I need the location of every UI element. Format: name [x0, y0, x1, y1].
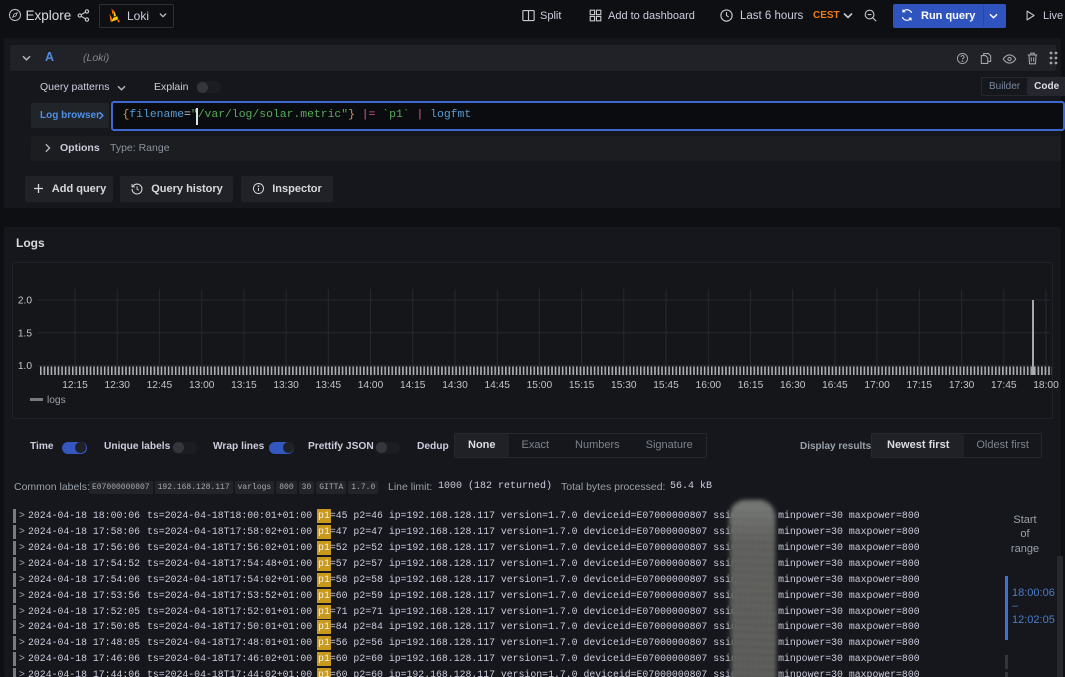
- svg-text:13:30: 13:30: [273, 380, 299, 391]
- svg-text:12:45: 12:45: [147, 380, 173, 391]
- svg-text:16:45: 16:45: [822, 380, 848, 391]
- svg-text:17:30: 17:30: [949, 380, 975, 391]
- svg-text:14:00: 14:00: [358, 380, 384, 391]
- svg-text:15:45: 15:45: [653, 380, 679, 391]
- svg-text:1.0: 1.0: [18, 361, 32, 372]
- svg-text:13:45: 13:45: [316, 380, 342, 391]
- svg-text:17:15: 17:15: [907, 380, 933, 391]
- svg-text:1.5: 1.5: [18, 328, 32, 339]
- svg-text:12:30: 12:30: [104, 380, 130, 391]
- svg-text:logs: logs: [47, 395, 66, 406]
- svg-text:2.0: 2.0: [18, 296, 32, 307]
- svg-text:13:15: 13:15: [231, 380, 257, 391]
- svg-text:15:00: 15:00: [527, 380, 553, 391]
- svg-text:16:15: 16:15: [738, 380, 764, 391]
- svg-text:15:15: 15:15: [569, 380, 595, 391]
- svg-text:16:00: 16:00: [696, 380, 722, 391]
- svg-text:17:45: 17:45: [991, 380, 1017, 391]
- svg-text:13:00: 13:00: [189, 380, 215, 391]
- svg-text:17:00: 17:00: [864, 380, 890, 391]
- svg-text:16:30: 16:30: [780, 380, 806, 391]
- svg-text:14:30: 14:30: [442, 380, 468, 391]
- svg-text:12:15: 12:15: [62, 380, 88, 391]
- svg-text:15:30: 15:30: [611, 380, 637, 391]
- svg-text:18:00: 18:00: [1033, 380, 1059, 391]
- svg-text:14:45: 14:45: [484, 380, 510, 391]
- svg-text:14:15: 14:15: [400, 380, 426, 391]
